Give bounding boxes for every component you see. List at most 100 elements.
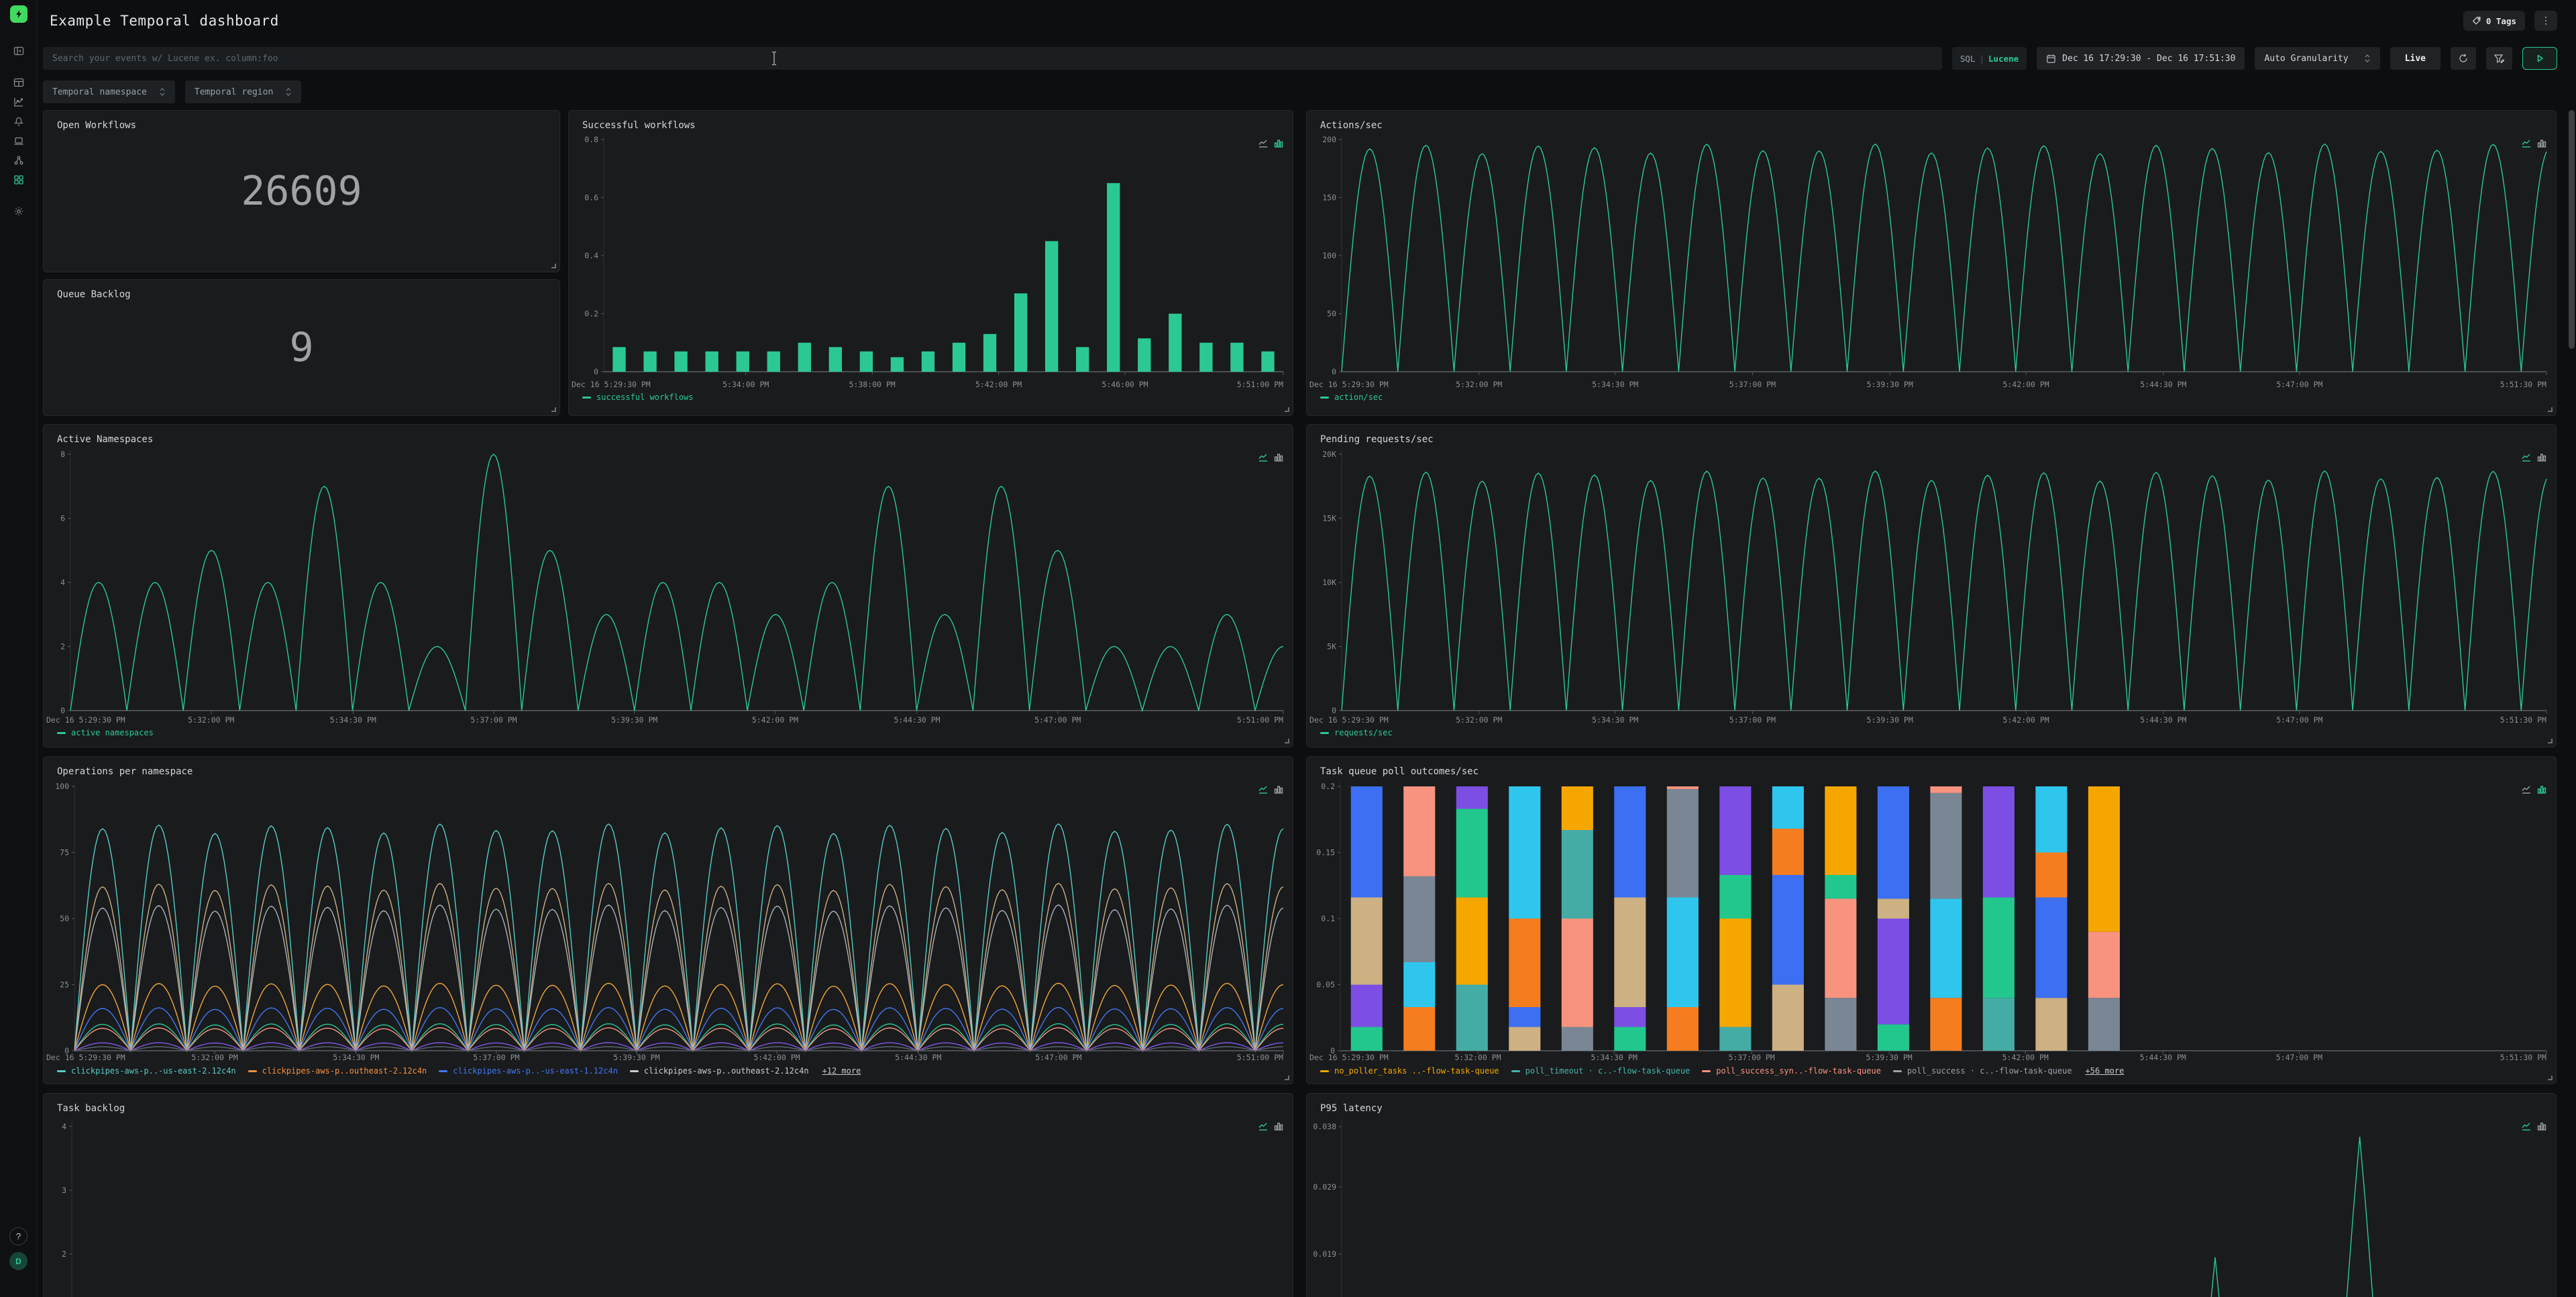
- alerts-bell-icon[interactable]: [9, 112, 28, 131]
- legend-item[interactable]: clickpipes-aws-p..-us-east-1.12c4n: [439, 1066, 618, 1076]
- resize-handle[interactable]: [551, 264, 556, 268]
- panel-title: Successful workflows: [582, 120, 696, 131]
- bar-chart-icon[interactable]: [2537, 1122, 2546, 1131]
- chart-type-toggle: [2522, 785, 2546, 794]
- svg-text:5:44:30 PM: 5:44:30 PM: [895, 1053, 941, 1062]
- stat-value: 9: [44, 280, 559, 415]
- svg-text:3: 3: [62, 1186, 66, 1195]
- svg-text:5:39:30 PM: 5:39:30 PM: [1867, 380, 1913, 389]
- resize-handle[interactable]: [2548, 739, 2553, 743]
- svg-text:0: 0: [594, 367, 598, 376]
- resize-handle[interactable]: [1285, 407, 1289, 412]
- line-chart-icon[interactable]: [2522, 139, 2532, 148]
- help-button[interactable]: ?: [9, 1227, 28, 1245]
- chart-p95-latency[interactable]: 0.0380.0290.019: [1307, 1094, 2556, 1297]
- topology-icon[interactable]: [9, 151, 28, 170]
- legend-more-link[interactable]: +12 more: [822, 1066, 861, 1076]
- scrollbar-thumb[interactable]: [2569, 110, 2575, 349]
- legend-item[interactable]: successful workflows: [582, 393, 694, 402]
- bar-chart-icon[interactable]: [1274, 785, 1283, 794]
- panel-title: Active Namespaces: [57, 434, 153, 445]
- line-chart-icon[interactable]: [1258, 453, 1269, 462]
- chart-active-namespaces[interactable]: 02468Dec 16 5:29:30 PM5:32:00 PM5:34:30 …: [44, 425, 1293, 747]
- chart-operations-per-namespace[interactable]: 0255075100Dec 16 5:29:30 PM5:32:00 PM5:3…: [44, 757, 1293, 1084]
- legend-item[interactable]: action/sec: [1320, 393, 1383, 402]
- panel-p95-latency: P95 latency 0.0380.0290.019: [1306, 1093, 2557, 1297]
- panel-active-namespaces: Active Namespaces 02468Dec 16 5:29:30 PM…: [43, 424, 1293, 747]
- legend-label: clickpipes-aws-p..-us-east-1.12c4n: [453, 1066, 618, 1076]
- settings-gear-icon[interactable]: [9, 202, 28, 221]
- legend-label: successful workflows: [596, 393, 694, 402]
- svg-text:5:32:00 PM: 5:32:00 PM: [1456, 380, 1502, 389]
- svg-text:5:44:30 PM: 5:44:30 PM: [2140, 715, 2186, 725]
- resize-handle[interactable]: [2548, 1076, 2553, 1080]
- legend-item[interactable]: poll_success · c..-flow-task-queue: [1893, 1066, 2072, 1076]
- collapse-sidebar-icon[interactable]: [9, 42, 28, 60]
- svg-text:5:42:00 PM: 5:42:00 PM: [2003, 380, 2049, 389]
- bar-chart-icon[interactable]: [2537, 785, 2546, 794]
- svg-text:0.6: 0.6: [584, 193, 598, 203]
- panel-title: Operations per namespace: [57, 766, 193, 777]
- svg-text:5:32:00 PM: 5:32:00 PM: [1456, 715, 1502, 725]
- legend-swatch: [57, 732, 66, 734]
- chart-task-queue-poll-outcomes[interactable]: 00.050.10.150.2Dec 16 5:29:30 PM5:32:00 …: [1307, 757, 2556, 1084]
- line-chart-icon[interactable]: [1258, 139, 1269, 148]
- legend-item[interactable]: requests/sec: [1320, 728, 1393, 737]
- legend-item[interactable]: active namespaces: [57, 728, 154, 737]
- legend: active namespaces: [57, 728, 154, 737]
- dashboards-icon[interactable]: [9, 170, 28, 189]
- legend-item[interactable]: clickpipes-aws-p..-us-east-2.12c4n: [57, 1066, 236, 1076]
- resize-handle[interactable]: [1285, 739, 1289, 743]
- svg-text:200: 200: [1322, 135, 1336, 144]
- line-chart-icon[interactable]: [2522, 785, 2532, 794]
- resize-handle[interactable]: [551, 407, 556, 412]
- line-chart-icon[interactable]: [2522, 1122, 2532, 1131]
- user-avatar[interactable]: D: [9, 1252, 28, 1270]
- legend-item[interactable]: poll_success_syn..-flow-task-queue: [1702, 1066, 1881, 1076]
- svg-text:5:42:00 PM: 5:42:00 PM: [2003, 715, 2049, 725]
- hosts-icon[interactable]: [9, 132, 28, 150]
- legend-item[interactable]: poll_timeout · c..-flow-task-queue: [1511, 1066, 1690, 1076]
- scrollbar[interactable]: [2569, 0, 2575, 1297]
- bar-chart-icon[interactable]: [1274, 1122, 1283, 1131]
- panel-title: Queue Backlog: [57, 289, 131, 300]
- legend-label: poll_success · c..-flow-task-queue: [1907, 1066, 2072, 1076]
- bar-chart-icon[interactable]: [1274, 139, 1283, 148]
- svg-text:150: 150: [1322, 193, 1336, 203]
- sidebar: ? D: [0, 0, 38, 1297]
- legend-item[interactable]: clickpipes-aws-p..outheast-2.12c4n: [248, 1066, 427, 1076]
- svg-text:5:51:30 PM: 5:51:30 PM: [2500, 715, 2546, 725]
- bar-chart-icon[interactable]: [2537, 139, 2546, 148]
- svg-text:5:34:30 PM: 5:34:30 PM: [1591, 1053, 1638, 1062]
- line-chart-icon[interactable]: [2522, 453, 2532, 462]
- chart-pending-requests[interactable]: 05K10K15K20KDec 16 5:29:30 PM5:32:00 PM5…: [1307, 425, 2556, 747]
- legend-label: clickpipes-aws-p..outheast-2.12c4n: [262, 1066, 427, 1076]
- line-chart-icon[interactable]: [1258, 785, 1269, 794]
- chart-actions-per-sec[interactable]: 050100150200Dec 16 5:29:30 PM5:32:00 PM5…: [1307, 111, 2556, 415]
- legend-more-link[interactable]: +56 more: [2086, 1066, 2125, 1076]
- legend-swatch: [439, 1070, 447, 1072]
- svg-text:6: 6: [60, 514, 65, 523]
- svg-text:5:37:00 PM: 5:37:00 PM: [470, 715, 517, 725]
- svg-text:25: 25: [60, 980, 69, 990]
- bar-chart-icon[interactable]: [1274, 453, 1283, 462]
- stat-value: 26609: [44, 111, 559, 272]
- resize-handle[interactable]: [2548, 407, 2553, 412]
- chart-successful-workflows[interactable]: 00.20.40.60.8Dec 16 5:29:30 PM5:34:00 PM…: [569, 111, 1293, 415]
- tables-icon[interactable]: [9, 73, 28, 92]
- sidebar-footer: ? D: [9, 1227, 28, 1270]
- app-logo[interactable]: [10, 5, 28, 23]
- legend: action/sec: [1320, 393, 1383, 402]
- svg-text:100: 100: [55, 782, 69, 791]
- line-chart-icon[interactable]: [1258, 1122, 1269, 1131]
- legend-item[interactable]: clickpipes-aws-p..outheast-2.12c4n: [630, 1066, 809, 1076]
- legend-item[interactable]: no_poller_tasks ..-flow-task-queue: [1320, 1066, 1499, 1076]
- panel-title: Task queue poll outcomes/sec: [1320, 766, 1479, 777]
- svg-text:0.019: 0.019: [1313, 1249, 1336, 1259]
- svg-text:0.2: 0.2: [1321, 782, 1335, 791]
- bar-chart-icon[interactable]: [2537, 453, 2546, 462]
- resize-handle[interactable]: [1285, 1076, 1289, 1080]
- chart-task-backlog[interactable]: 432: [44, 1094, 1293, 1297]
- charts-icon[interactable]: [9, 93, 28, 111]
- panel-title: P95 latency: [1320, 1103, 1383, 1114]
